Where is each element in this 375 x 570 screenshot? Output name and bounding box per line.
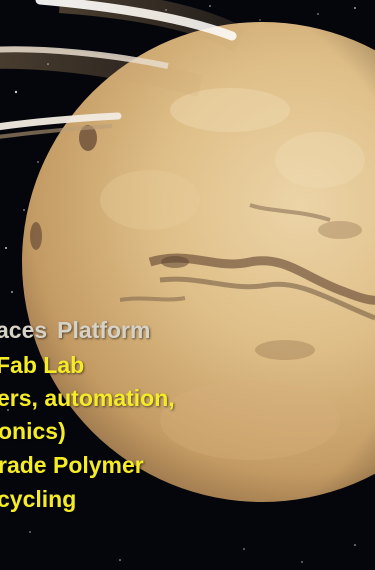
mars-slide: aces Platform Fab Lab ers, automation, on… <box>0 0 375 570</box>
caption-word-aces: aces <box>0 317 48 343</box>
caption-line-1: aces Platform <box>0 315 150 346</box>
caption-line-5: rade Polymer <box>0 452 144 478</box>
caption-line-6: cycling <box>0 486 77 512</box>
caption-block: aces Platform Fab Lab ers, automation, on… <box>0 312 375 570</box>
caption-word-platform: Platform <box>57 317 151 343</box>
caption-line-3: ers, automation, <box>0 385 175 411</box>
caption-line-4: onics) <box>0 418 66 444</box>
caption-line-2: Fab Lab <box>0 352 85 378</box>
